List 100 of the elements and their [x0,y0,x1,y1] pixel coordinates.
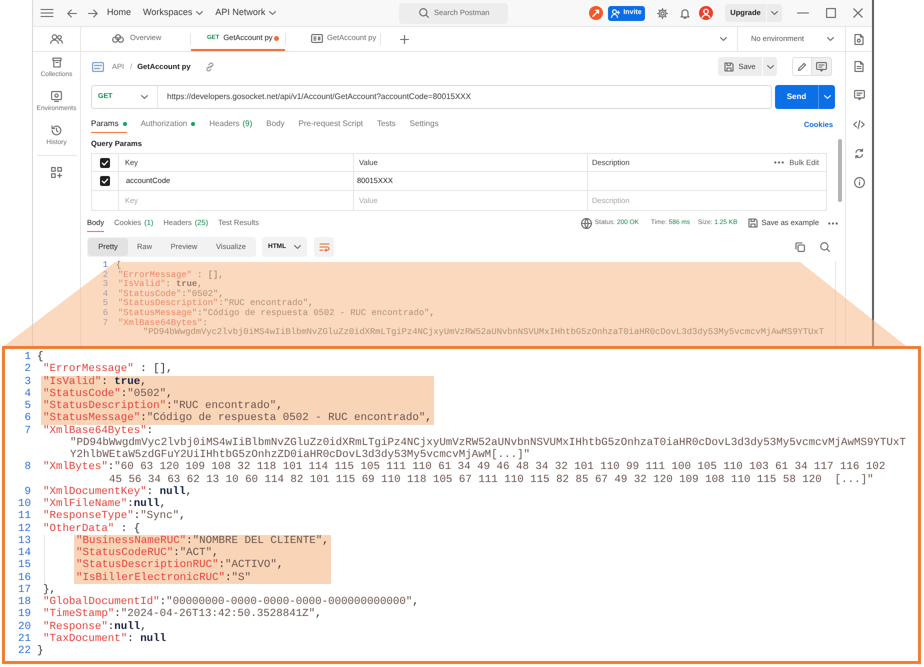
code-line: "IsBillerElectronicRUC":"S" [76,572,251,584]
copy-icon[interactable] [795,242,805,252]
scrollbar-thumb[interactable] [838,139,842,202]
code-line: "StatusMessage":"Código de respuesta 0502 - RUC encontrado", [118,308,435,318]
menu-icon[interactable] [40,8,54,18]
comment-icon[interactable] [854,90,864,100]
code-line: 45 56 34 63 62 13 10 60 114 82 101 115 69 110 118 105 67 111 110 115 82 85 67 49 32 120 109 108 110 115 58 120 [...]" [109,474,874,486]
code-line: "XmlFileName":null, [43,498,166,510]
edit-button[interactable] [792,57,812,76]
archive-box-icon [52,56,62,68]
code-line: "StatusDescription":"RUC encontrado", [43,400,283,412]
code-line: "StatusDescriptionRUC":"ACTIVO", [76,559,284,572]
minimize-icon[interactable] [797,12,809,14]
back-arrow-icon[interactable] [67,8,77,18]
request-icon [92,62,104,72]
save-icon [724,62,734,72]
line-number: 4 [24,388,31,400]
send-button[interactable]: Send [775,85,818,109]
code-line: "StatusMessage":"Código de respuesta 0502 - RUC encontrado", [43,412,432,424]
request-tab[interactable]: Authorization [140,116,196,133]
line-number: 21 [18,632,31,645]
caret-icon [766,64,774,68]
code-line: "XmlDocumentKey": null, [43,486,192,498]
checkbox[interactable] [100,158,110,168]
send-options-button[interactable] [818,85,835,109]
plus-icon[interactable] [400,34,409,44]
line-number: 1 [102,261,108,270]
pencil-icon [797,62,807,72]
code-line: "TimeStamp":"2024-04-26T13:42:50.3528841Z", [43,608,322,620]
grid-plus-icon[interactable] [51,166,62,178]
line-number: 19 [18,608,31,620]
nav-menu[interactable]: API Network [215,6,276,20]
line-number: 1 [24,351,31,363]
request-tab[interactable]: Body [266,116,285,133]
line-number: 22 [18,645,31,657]
url-field[interactable]: https://developers.gosocket.net/api/v1/Account/GetAccount?accountCode=80015XXX [167,91,471,103]
line-number: 8 [24,461,31,474]
code-line: "StatusDescription":"RUC encontrado", [118,299,314,308]
caret-icon [824,95,830,99]
code-icon[interactable] [853,118,865,130]
caret-icon[interactable] [720,37,727,41]
nav-link[interactable]: Home [107,6,132,20]
team-icon[interactable] [50,34,63,44]
search-icon[interactable] [820,242,830,252]
comment-icon [816,62,827,72]
line-number: 6 [24,412,31,424]
code-line: "IsValid": true, [118,280,202,290]
code-line: { [116,261,122,270]
person-plus-icon [611,8,620,18]
line-number: 5 [102,298,108,308]
link-icon[interactable] [204,62,215,72]
request-tab[interactable]: Pre-request Script [298,116,363,133]
document-icon[interactable] [854,34,864,44]
request-tab[interactable]: Tests [377,116,396,133]
code-line: "OtherData" : { [43,522,140,535]
checkbox[interactable] [100,176,110,186]
wrap-lines-button[interactable] [314,237,334,257]
request-tab[interactable]: Params [91,116,127,133]
globe-icon[interactable] [580,218,592,228]
upgrade-options-button[interactable] [767,4,782,22]
code-line: "IsValid": true, [43,376,147,388]
avatar-icon[interactable] [699,6,713,20]
code-line: "XmlBase64Bytes": [118,318,208,328]
nav-menu[interactable]: Workspaces [143,6,204,20]
line-number: 16 [18,572,31,584]
line-number: 9 [24,486,31,498]
code-line: "PD94bWwgdmVyc2lvbj0iMS4wIiBlbmNvZGluZz0idXRmLTgiPz4NCjxyUmVzRW52aUNvbnNSVUMxIHhtbG5zOnhzaT0iaHR0cDovL3d3dy53My5vcmcvMjAwMS9YTUxT [70,436,906,449]
request-tab[interactable]: Settings [410,116,439,133]
more-icon[interactable] [828,222,838,224]
settings-icon[interactable] [657,8,668,18]
line-number: 12 [18,522,31,534]
code-line: "TaxDocument": null [43,632,166,645]
line-number: 6 [102,308,108,318]
line-number: 3 [102,279,108,290]
close-icon[interactable] [853,8,863,18]
code-line: Y2hlbWEtaW5zdGFuY2UiIHhtbG5zOnhzZD0iaHR0cDovL3d3dy53My5vcmcvMjAwM[...]" [70,449,530,461]
document-icon[interactable] [854,60,864,72]
save-icon [748,218,758,228]
maximize-icon[interactable] [826,8,836,18]
round-logo-icon[interactable] [589,6,603,20]
code-line: }, [43,584,56,596]
info-icon[interactable] [854,176,864,188]
line-number: 3 [24,376,31,388]
request-tab[interactable]: Headers (9) [209,116,252,133]
save-options-button[interactable] [763,57,777,76]
line-number: 5 [24,400,31,412]
line-number: 7 [102,318,108,328]
comment-button[interactable] [812,57,832,76]
rotate-arrows-icon[interactable] [854,148,864,158]
code-line: "XmlBase64Bytes": [43,424,154,437]
line-number: 2 [102,270,108,280]
line-number: 10 [18,498,31,510]
bell-icon[interactable] [680,8,690,18]
code-line: "ErrorMessage" : [], [118,270,224,280]
code-line: "StatusCode":"0502", [43,388,173,400]
more-icon[interactable] [774,161,784,164]
code-line: "StatusCodeRUC":"ACT", [76,547,219,559]
caret-icon [294,245,301,249]
line-number: 7 [24,424,31,436]
forward-arrow-icon[interactable] [88,8,98,18]
